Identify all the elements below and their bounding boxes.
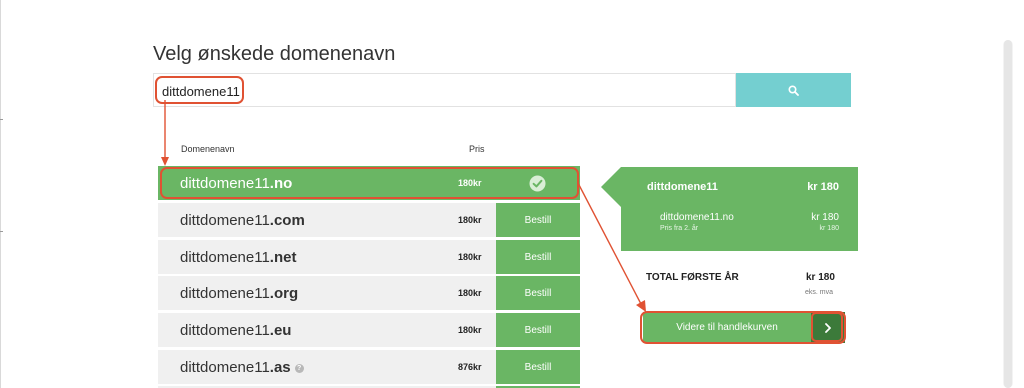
domain-search-page: Velg ønskede domenenavn Domenenavn Pris … bbox=[0, 0, 1024, 388]
scrollbar[interactable] bbox=[1003, 40, 1013, 388]
annotation-arrows bbox=[161, 100, 646, 312]
scrollbar-thumb[interactable] bbox=[1004, 40, 1012, 388]
